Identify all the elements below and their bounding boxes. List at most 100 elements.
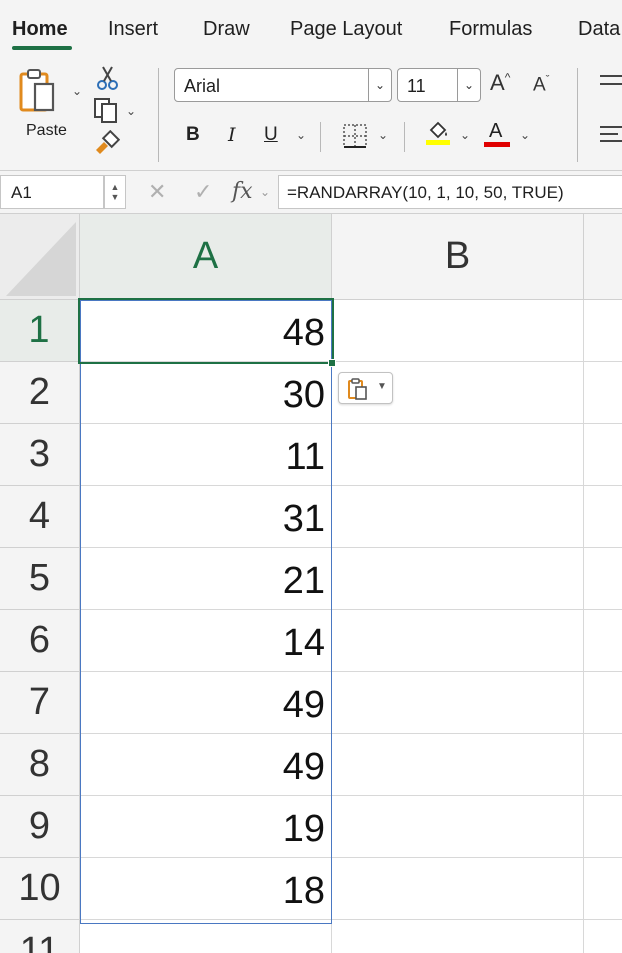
- cell-a1[interactable]: 48: [80, 300, 332, 362]
- ribbon-separator: [577, 68, 578, 162]
- tab-data[interactable]: Data: [578, 18, 620, 41]
- cell-c9[interactable]: [584, 796, 622, 858]
- align-top-icon[interactable]: [598, 70, 622, 98]
- copy-dropdown-icon[interactable]: ⌄: [126, 104, 136, 118]
- ribbon-separator: [158, 68, 159, 162]
- cell-a9[interactable]: 19: [80, 796, 332, 858]
- cell-c5[interactable]: [584, 548, 622, 610]
- cell-a8[interactable]: 49: [80, 734, 332, 796]
- tab-formulas[interactable]: Formulas: [449, 18, 532, 41]
- row-header[interactable]: 6: [0, 610, 80, 672]
- row-header[interactable]: 5: [0, 548, 80, 610]
- font-name-select[interactable]: Arial ⌄: [174, 68, 392, 102]
- row-header[interactable]: 7: [0, 672, 80, 734]
- cell-b6[interactable]: [332, 610, 584, 672]
- formula-text: =RANDARRAY(10, 1, 10, 50, TRUE): [287, 183, 564, 202]
- column-header-a[interactable]: A: [80, 214, 332, 300]
- copy-icon[interactable]: [92, 96, 120, 124]
- insert-function-button[interactable]: fx: [232, 179, 253, 204]
- italic-button[interactable]: I: [228, 124, 236, 146]
- formula-bar: A1 ▲ ▼ ✕ ✓ fx ⌄ =RANDARRAY(10, 1, 10, 50,…: [0, 170, 622, 214]
- cell-b8[interactable]: [332, 734, 584, 796]
- cell-c11[interactable]: [584, 920, 622, 953]
- row-header[interactable]: 11: [0, 920, 80, 953]
- align-left-icon[interactable]: [598, 122, 622, 150]
- cell-a10[interactable]: 18: [80, 858, 332, 920]
- cell-b11[interactable]: [332, 920, 584, 953]
- formula-input[interactable]: =RANDARRAY(10, 1, 10, 50, TRUE): [278, 175, 622, 209]
- cell-a2[interactable]: 30: [80, 362, 332, 424]
- underline-button[interactable]: U: [264, 124, 278, 146]
- cell-c6[interactable]: [584, 610, 622, 672]
- cell-a11[interactable]: [80, 920, 332, 953]
- cell-c1[interactable]: [584, 300, 622, 362]
- borders-dropdown-icon[interactable]: ⌄: [378, 128, 388, 142]
- fill-color-icon[interactable]: [424, 118, 452, 146]
- select-all-triangle: [6, 222, 76, 296]
- column-header-c[interactable]: [584, 214, 622, 300]
- chevron-down-icon: ⌄: [457, 69, 480, 101]
- ribbon: ⌄ Paste ⌄ Arial ⌄ 11 ⌄ A^ Aˇ B I U ⌄ ⌄ ⌄…: [0, 56, 622, 170]
- tab-home[interactable]: Home: [12, 18, 68, 41]
- cell-a6[interactable]: 14: [80, 610, 332, 672]
- name-box-stepper[interactable]: ▲ ▼: [104, 175, 126, 209]
- cell-c3[interactable]: [584, 424, 622, 486]
- cell-a5[interactable]: 21: [80, 548, 332, 610]
- fill-color-dropdown-icon[interactable]: ⌄: [460, 128, 470, 142]
- font-color-glyph: A: [489, 120, 503, 142]
- row-header[interactable]: 1: [0, 300, 80, 362]
- grow-font-button[interactable]: A^: [490, 70, 510, 96]
- fill-handle[interactable]: [328, 359, 336, 367]
- cell-c10[interactable]: [584, 858, 622, 920]
- font-color-dropdown-icon[interactable]: ⌄: [520, 128, 530, 142]
- row-header[interactable]: 10: [0, 858, 80, 920]
- row-header[interactable]: 9: [0, 796, 80, 858]
- format-painter-icon[interactable]: [92, 130, 120, 158]
- row-header[interactable]: 8: [0, 734, 80, 796]
- cell-b4[interactable]: [332, 486, 584, 548]
- paste-label[interactable]: Paste: [26, 122, 67, 140]
- tab-insert[interactable]: Insert: [108, 18, 158, 41]
- cell-c7[interactable]: [584, 672, 622, 734]
- font-size-select[interactable]: 11 ⌄: [397, 68, 481, 102]
- spreadsheet-grid: A B 1 2 3 4 5 6 7 8 9 10 11 48 30 11 31 …: [0, 214, 622, 953]
- function-dropdown-icon[interactable]: ⌄: [260, 185, 270, 199]
- paste-options-button[interactable]: ▼: [338, 372, 393, 404]
- cell-a4[interactable]: 31: [80, 486, 332, 548]
- cell-a7[interactable]: 49: [80, 672, 332, 734]
- row-header[interactable]: 3: [0, 424, 80, 486]
- cell-b7[interactable]: [332, 672, 584, 734]
- cell-b1[interactable]: [332, 300, 584, 362]
- cancel-icon[interactable]: ✕: [148, 179, 166, 205]
- cell-c2[interactable]: [584, 362, 622, 424]
- shrink-font-button[interactable]: Aˇ: [533, 74, 549, 96]
- cell-b5[interactable]: [332, 548, 584, 610]
- row-header[interactable]: 4: [0, 486, 80, 548]
- cut-icon[interactable]: [94, 64, 122, 92]
- cell-b9[interactable]: [332, 796, 584, 858]
- chevron-down-icon: ⌄: [368, 69, 391, 101]
- underline-dropdown-icon[interactable]: ⌄: [296, 128, 306, 142]
- cell-b3[interactable]: [332, 424, 584, 486]
- row-header[interactable]: 2: [0, 362, 80, 424]
- name-box-value: A1: [11, 183, 32, 202]
- column-header-b[interactable]: B: [332, 214, 584, 300]
- cell-a3[interactable]: 11: [80, 424, 332, 486]
- cell-c8[interactable]: [584, 734, 622, 796]
- font-name-value: Arial: [184, 76, 221, 96]
- font-size-value: 11: [407, 76, 426, 96]
- name-box[interactable]: A1: [0, 175, 104, 209]
- borders-icon[interactable]: [341, 122, 369, 150]
- paste-dropdown-icon[interactable]: ⌄: [72, 84, 82, 98]
- cell-b10[interactable]: [332, 858, 584, 920]
- cell-c4[interactable]: [584, 486, 622, 548]
- tab-page-layout[interactable]: Page Layout: [290, 18, 402, 41]
- bold-button[interactable]: B: [186, 124, 200, 146]
- select-all-corner[interactable]: [0, 214, 80, 300]
- enter-checkmark-icon[interactable]: ✓: [194, 179, 212, 205]
- ribbon-tabs: Home Insert Draw Page Layout Formulas Da…: [0, 0, 622, 56]
- paste-icon[interactable]: [18, 68, 70, 114]
- tab-draw[interactable]: Draw: [203, 18, 250, 41]
- font-color-button[interactable]: A: [484, 118, 512, 148]
- paste-options-icon: [348, 378, 367, 400]
